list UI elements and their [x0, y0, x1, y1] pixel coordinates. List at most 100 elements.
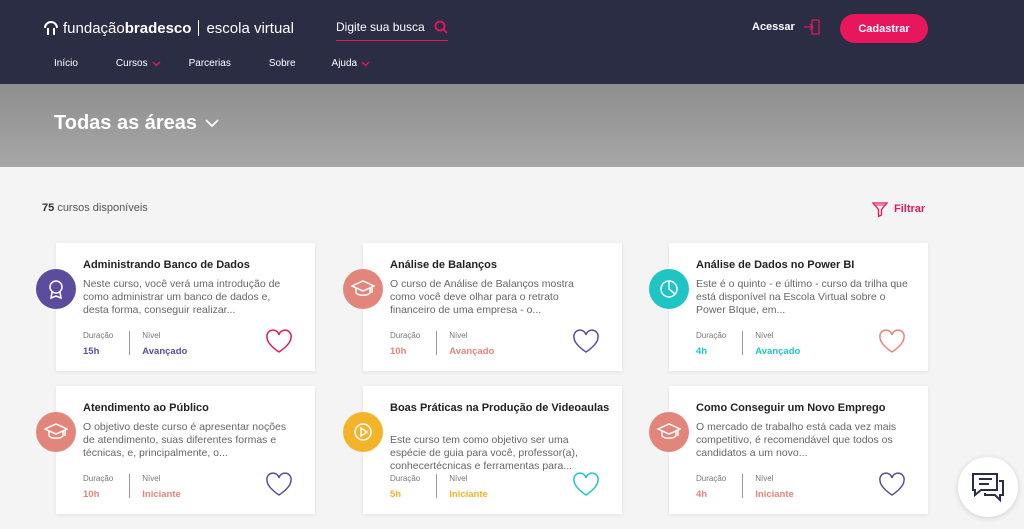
page-title: Todas as áreas [54, 112, 198, 134]
login-link[interactable]: Acessar [752, 18, 821, 36]
course-card[interactable]: Análise de Balanços O curso de Análise de… [343, 243, 622, 371]
filter-icon [872, 202, 888, 217]
favorite-heart-icon[interactable] [265, 329, 293, 355]
course-count: 75 cursos disponíveis [42, 202, 148, 214]
course-meta: Duração 4h Nível Iniciante [696, 474, 794, 500]
logo-mark-icon [44, 21, 58, 35]
main-nav: Início Cursos Parcerias Sobre Ajuda [54, 58, 408, 69]
logo-text-2: bradesco [124, 19, 192, 37]
filter-button[interactable]: Filtrar [872, 201, 925, 217]
nav-item-label: Início [54, 58, 78, 69]
graduation-cap-icon [36, 412, 76, 452]
search-placeholder: Digite sua busca [336, 20, 425, 34]
favorite-heart-icon[interactable] [572, 329, 600, 355]
meta-divider [436, 331, 438, 355]
meta-divider [129, 331, 131, 355]
chat-icon [972, 473, 1004, 503]
logo-text-1: fundação [63, 19, 125, 37]
course-description: Este curso tem como objetivo ser uma esp… [390, 434, 578, 472]
meta-divider [742, 331, 744, 355]
chat-button[interactable] [958, 457, 1018, 517]
level-value: Iniciante [449, 489, 488, 500]
meta-divider [129, 474, 131, 498]
nav-item-cursos[interactable]: Cursos [116, 58, 161, 69]
award-icon [36, 269, 76, 309]
course-title[interactable]: Análise de Balanços [390, 259, 612, 272]
duration-value: 5h [390, 489, 402, 500]
course-card[interactable]: Atendimento ao Público O objetivo deste c… [36, 386, 315, 514]
duration-label: Duração [390, 331, 421, 340]
duration-value: 10h [390, 346, 407, 357]
duration-value: 4h [696, 489, 708, 500]
course-description: O mercado de trabalho está cada vez mais… [696, 421, 897, 459]
chevron-down-icon [205, 119, 219, 128]
nav-item-label: Sobre [268, 58, 296, 69]
level-label: Nível [449, 331, 468, 340]
filter-label: Filtrar [894, 203, 926, 215]
level-value: Avançado [142, 346, 188, 357]
chevron-down-icon [152, 61, 161, 66]
logo-divider [198, 20, 200, 36]
course-card[interactable]: Administrando Banco de Dados Neste curso,… [36, 243, 315, 371]
course-meta: Duração 15h Nível Avançado [83, 331, 187, 357]
meta-divider [436, 474, 438, 498]
favorite-heart-icon[interactable] [265, 472, 293, 498]
nav-item-parcerias[interactable]: Parcerias [189, 58, 231, 69]
course-meta: Duração 10h Nível Iniciante [83, 474, 181, 500]
duration-value: 15h [83, 346, 100, 357]
favorite-heart-icon[interactable] [878, 329, 906, 355]
nav-item-label: Ajuda [331, 58, 358, 69]
duration-label: Duração [83, 474, 114, 483]
favorite-heart-icon[interactable] [572, 472, 600, 498]
nav-item-label: Cursos [115, 58, 148, 69]
course-description: Neste curso, você verá uma introdução de… [83, 278, 281, 316]
login-icon [803, 19, 820, 35]
course-card[interactable]: Como Conseguir um Novo Emprego O mercado … [649, 386, 928, 514]
logo[interactable]: fundação bradesco escola virtual [42, 16, 294, 40]
login-label: Acessar [752, 21, 795, 33]
search-input[interactable]: Digite sua busca [336, 17, 448, 41]
play-icon [343, 412, 383, 452]
duration-value: 4h [696, 346, 708, 357]
course-description: Este é o quinto - e último - curso da tr… [696, 278, 908, 316]
nav-item-ajuda[interactable]: Ajuda [332, 58, 371, 69]
level-label: Nível [142, 474, 161, 483]
course-description: O curso de Análise de Balanços mostra co… [390, 278, 574, 316]
course-count-label: cursos disponíveis [57, 202, 148, 214]
course-title[interactable]: Atendimento ao Público [83, 402, 305, 415]
course-title[interactable]: Administrando Banco de Dados [83, 259, 305, 272]
level-value: Avançado [449, 346, 495, 357]
chevron-down-icon [361, 61, 370, 66]
nav-item-inicio[interactable]: Início [54, 58, 78, 69]
course-meta: Duração 4h Nível Avançado [696, 331, 800, 357]
logo-text-3: escola virtual [206, 19, 294, 37]
favorite-heart-icon[interactable] [878, 472, 906, 498]
course-card[interactable]: Boas Práticas na Produção de Videoaulas E… [343, 386, 622, 514]
graduation-cap-icon [343, 269, 383, 309]
signup-button[interactable]: Cadastrar [840, 14, 928, 43]
nav-item-sobre[interactable]: Sobre [269, 58, 296, 69]
level-value: Iniciante [142, 489, 181, 500]
area-selector[interactable]: Todas as áreas [54, 112, 219, 135]
level-label: Nível [142, 331, 161, 340]
course-meta: Duração 5h Nível Iniciante [390, 474, 488, 500]
course-count-number: 75 [42, 202, 55, 214]
graduation-cap-icon [649, 412, 689, 452]
top-bar: fundação bradesco escola virtual Digite … [0, 0, 1024, 84]
nav-item-label: Parcerias [188, 58, 231, 69]
level-label: Nível [755, 474, 774, 483]
course-title[interactable]: Análise de Dados no Power BI [696, 259, 918, 272]
duration-label: Duração [83, 331, 114, 340]
course-title[interactable]: Como Conseguir um Novo Emprego [696, 402, 918, 415]
level-value: Iniciante [755, 489, 794, 500]
course-card[interactable]: Análise de Dados no Power BI Este é o qui… [649, 243, 928, 371]
course-meta: Duração 10h Nível Avançado [390, 331, 494, 357]
course-title[interactable]: Boas Práticas na Produção de Videoaulas [390, 402, 612, 415]
level-value: Avançado [755, 346, 801, 357]
duration-value: 10h [83, 489, 100, 500]
duration-label: Duração [696, 331, 727, 340]
course-description: O objetivo deste curso é apresentar noçõ… [83, 421, 287, 459]
level-label: Nível [755, 331, 774, 340]
search-icon[interactable] [434, 20, 448, 34]
duration-label: Duração [696, 474, 727, 483]
